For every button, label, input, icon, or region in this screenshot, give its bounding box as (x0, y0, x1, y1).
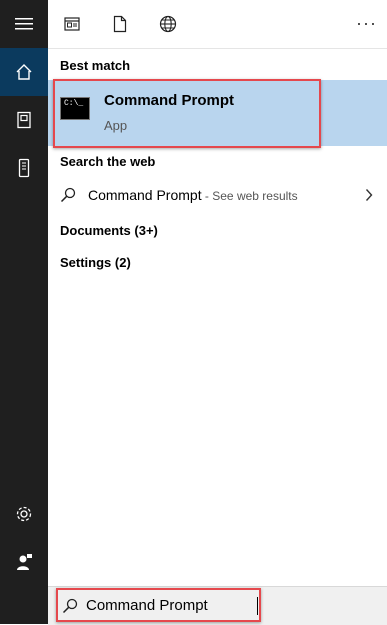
chevron-right-icon (365, 189, 373, 201)
home-icon (16, 64, 32, 80)
documents-filter-button[interactable] (108, 12, 132, 36)
highlight-box-best-match (53, 79, 321, 148)
filter-toolbar: ··· (48, 0, 387, 49)
settings-gear-icon (16, 506, 32, 522)
search-icon (60, 187, 76, 203)
web-globe-icon (159, 15, 177, 33)
hamburger-menu-button[interactable] (0, 0, 48, 48)
user-feedback-icon (17, 554, 32, 570)
apps-filter-button[interactable] (60, 12, 84, 36)
feedback-button[interactable] (0, 538, 48, 586)
apps-filter-icon (64, 17, 80, 31)
web-result-suffix: - See web results (201, 189, 298, 203)
settings-button[interactable] (0, 490, 48, 538)
documents-category[interactable]: Documents (3+) (60, 223, 158, 238)
more-options-button[interactable]: ··· (356, 13, 377, 34)
web-search-result[interactable]: Command Prompt - See web results (48, 180, 387, 212)
device-icon (18, 158, 30, 178)
settings-category[interactable]: Settings (2) (60, 255, 131, 270)
documents-button[interactable] (0, 96, 48, 144)
web-result-label: Command Prompt - See web results (88, 187, 298, 203)
hamburger-icon (15, 18, 33, 30)
device-button[interactable] (0, 144, 48, 192)
home-button[interactable] (0, 48, 48, 96)
document-filter-icon (113, 15, 127, 33)
web-filter-button[interactable] (156, 12, 180, 36)
search-web-heading: Search the web (60, 154, 156, 169)
web-result-query: Command Prompt (88, 187, 202, 203)
highlight-box-search (56, 588, 261, 622)
documents-icon (17, 111, 31, 129)
left-rail (0, 0, 48, 624)
best-match-heading: Best match (60, 58, 131, 73)
